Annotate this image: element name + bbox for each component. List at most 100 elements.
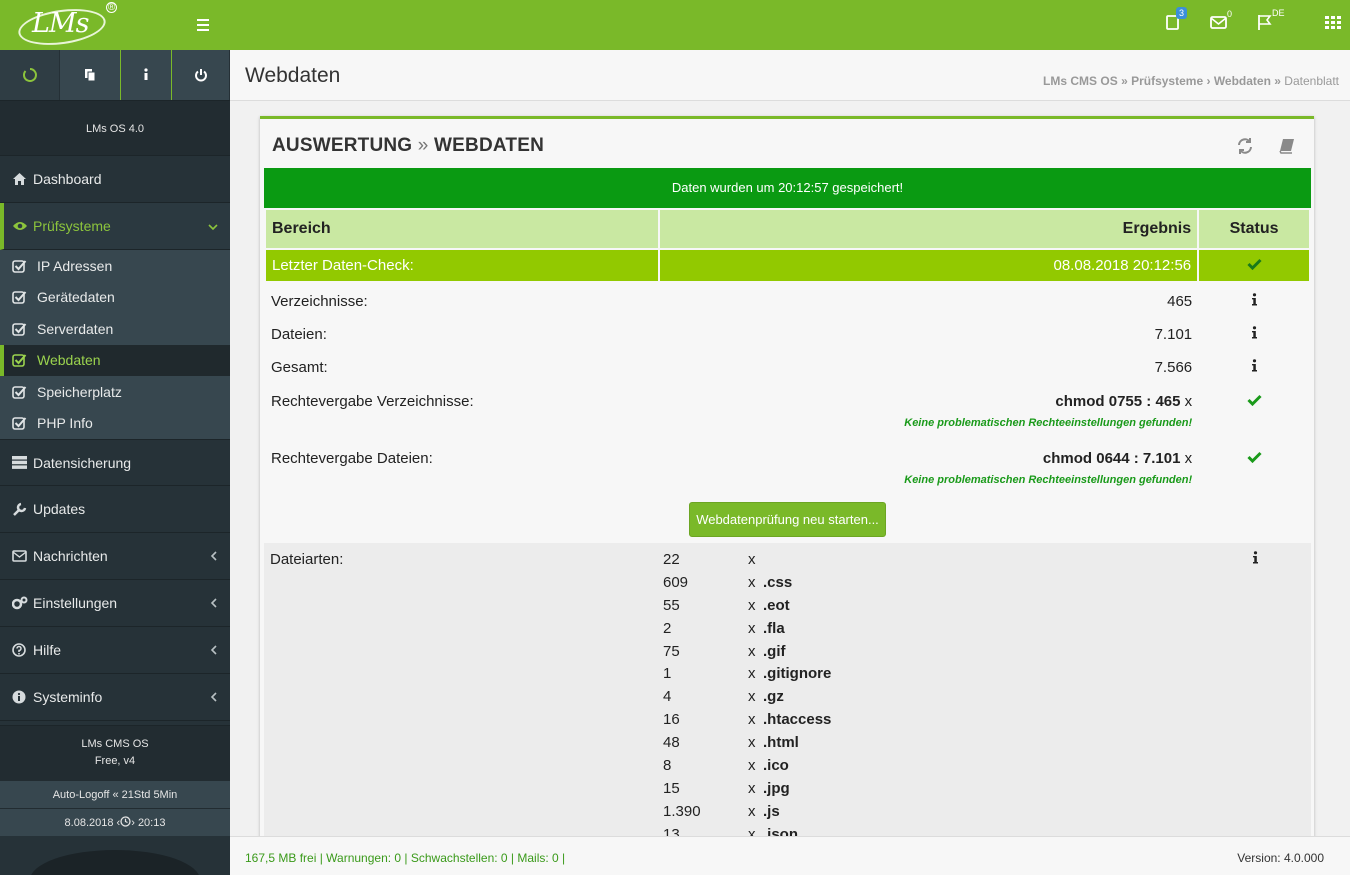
sidebar-item-php-info[interactable]: PHP Info (0, 408, 230, 440)
nav-einstellungen[interactable]: Einstellungen (0, 580, 230, 627)
wrench-icon (12, 502, 28, 517)
sidebar-tabs (0, 50, 230, 100)
autologoff: Auto-Logoff « 21Std 5Min (0, 780, 230, 808)
info-icon (144, 68, 148, 80)
nav-pruefsysteme[interactable]: Prüfsysteme (0, 203, 230, 250)
sidebar-item-serverdaten[interactable]: Serverdaten (0, 313, 230, 345)
filetype-row: 75 x .gif (663, 643, 831, 666)
perm-dirs-x: x (1184, 392, 1193, 410)
eye-icon (12, 220, 28, 232)
server-icon (12, 456, 28, 469)
refresh-icon[interactable] (1236, 137, 1254, 158)
page-header: Webdaten LMs CMS OS » Prüfsysteme › Webd… (230, 50, 1350, 101)
perm-dirs-value: chmod 0755 : 465 (1055, 392, 1181, 410)
row-value: 7.566 (1154, 359, 1193, 376)
nav-hilfe[interactable]: Hilfe (0, 627, 230, 674)
sidebar-item-ip-adressen[interactable]: IP Adressen (0, 250, 230, 282)
filetype-row: 8 x .ico (663, 757, 831, 780)
tab-info[interactable] (121, 50, 172, 100)
nav-systeminfo[interactable]: Systeminfo (0, 674, 230, 721)
nav-nachrichten[interactable]: Nachrichten (0, 533, 230, 580)
sidebar-item-speicherplatz[interactable]: Speicherplatz (0, 376, 230, 408)
filetype-extension: .js (763, 802, 780, 820)
language-flag-icon[interactable]: DE (1256, 8, 1285, 37)
perm-dirs-hint: Keine problematischen Rechteeinstellunge… (904, 416, 1193, 429)
tab-logout[interactable] (172, 50, 230, 100)
filetype-multiplier: x (748, 551, 756, 568)
sidebar-item-webdaten[interactable]: Webdaten (0, 344, 230, 376)
sub-label: PHP Info (37, 415, 93, 432)
filetype-count: 55 (663, 596, 680, 614)
app-logo[interactable]: LMs ® (16, 2, 118, 50)
row-value: chmod 0755 : 465 x Keine problematischen… (659, 383, 1198, 440)
chevron-down-icon (208, 220, 218, 234)
tab-copy[interactable] (60, 50, 121, 100)
filetype-row: 22 x (663, 551, 831, 574)
sub-label: Webdaten (37, 352, 101, 369)
nav-updates[interactable]: Updates (0, 486, 230, 533)
sidebar: LMs OS 4.0 Dashboard Prüfsysteme IP Adre… (0, 50, 230, 875)
row-value: 08.08.2018 20:12:56 (658, 249, 1200, 283)
menu-toggle-icon[interactable] (194, 16, 212, 34)
col-header-status[interactable]: Status (1197, 208, 1311, 250)
filetype-extension: .eot (763, 596, 790, 614)
breadcrumb-item[interactable]: Prüfsysteme (1131, 74, 1203, 88)
sidebar-version-title: LMs OS 4.0 (0, 100, 230, 156)
panel-title-b: WEBDATEN (434, 135, 544, 156)
tasks-icon[interactable]: 3 (1164, 7, 1188, 37)
breadcrumb-separator: » (1274, 74, 1285, 88)
copy-icon (85, 69, 96, 82)
perm-files-x: x (1184, 449, 1193, 467)
apps-grid-icon[interactable] (1324, 13, 1348, 37)
perm-files-value: chmod 0644 : 7.101 (1042, 449, 1181, 467)
filetype-row: 48 x .html (663, 734, 831, 757)
version-label: Version: 4.0.000 (1237, 851, 1324, 865)
filetype-row: 16 x .htaccess (663, 711, 831, 734)
col-header-bereich[interactable]: Bereich (263, 208, 661, 250)
sub-label: IP Adressen (37, 257, 113, 274)
info-icon[interactable] (1198, 316, 1310, 350)
date-time: 8.08.2018 ‹ › 20:13 (0, 808, 230, 836)
sidebar-item-geraetedaten[interactable]: Gerätedaten (0, 282, 230, 314)
filetype-extension: .gif (763, 642, 786, 660)
checkbox-icon (12, 290, 28, 305)
nav-datensicherung[interactable]: Datensicherung (0, 439, 230, 486)
clock-icon: ‹ › (116, 816, 135, 829)
mail-icon[interactable]: 0 (1209, 9, 1233, 37)
product-info: LMs CMS OS Free, v4 (0, 725, 230, 780)
info-icon[interactable] (1198, 282, 1310, 316)
nav-dashboard[interactable]: Dashboard (0, 156, 230, 203)
filetype-multiplier: x (748, 596, 756, 614)
nav-label: Nachrichten (33, 548, 108, 564)
mail-badge: 0 (1227, 9, 1233, 19)
book-icon[interactable] (1278, 137, 1296, 158)
info-circle-icon (12, 690, 28, 704)
filetype-multiplier: x (748, 665, 756, 683)
restart-check-button[interactable]: Webdatenprüfung neu starten... (689, 501, 886, 537)
breadcrumb-item[interactable]: Webdaten (1214, 74, 1271, 88)
filetype-row: 4 x .gz (663, 688, 831, 711)
checkbox-icon (12, 416, 28, 431)
table-row: Verzeichnisse: 465 (265, 282, 1310, 316)
breadcrumb-item[interactable]: LMs CMS OS (1043, 74, 1118, 88)
tab-refresh[interactable] (0, 50, 60, 100)
status-summary: 167,5 MB frei | Warnungen: 0 | Schwachst… (245, 851, 566, 865)
current-date: 8.08.2018 (64, 817, 114, 829)
checkbox-icon (12, 353, 28, 368)
filetype-multiplier: x (748, 734, 756, 752)
autologoff-label: Auto-Logoff (52, 789, 110, 801)
row-label: Verzeichnisse: (271, 293, 368, 310)
filetype-extension: .fla (763, 619, 785, 637)
save-alert: Daten wurden um 20:12:57 gespeichert! (264, 168, 1311, 208)
col-header-ergebnis[interactable]: Ergebnis (658, 208, 1200, 250)
sub-label: Gerätedaten (37, 289, 115, 306)
filetype-count: 2 (663, 619, 672, 637)
info-icon[interactable] (1198, 349, 1310, 383)
checkbox-icon (12, 322, 28, 336)
info-icon[interactable] (1252, 551, 1259, 567)
nav-label: Hilfe (33, 642, 62, 658)
filetype-row: 15 x .jpg (663, 780, 831, 803)
filetype-multiplier: x (748, 802, 756, 820)
double-chevron-left-icon: « (112, 789, 119, 801)
product-edition: Free, v4 (94, 755, 136, 767)
